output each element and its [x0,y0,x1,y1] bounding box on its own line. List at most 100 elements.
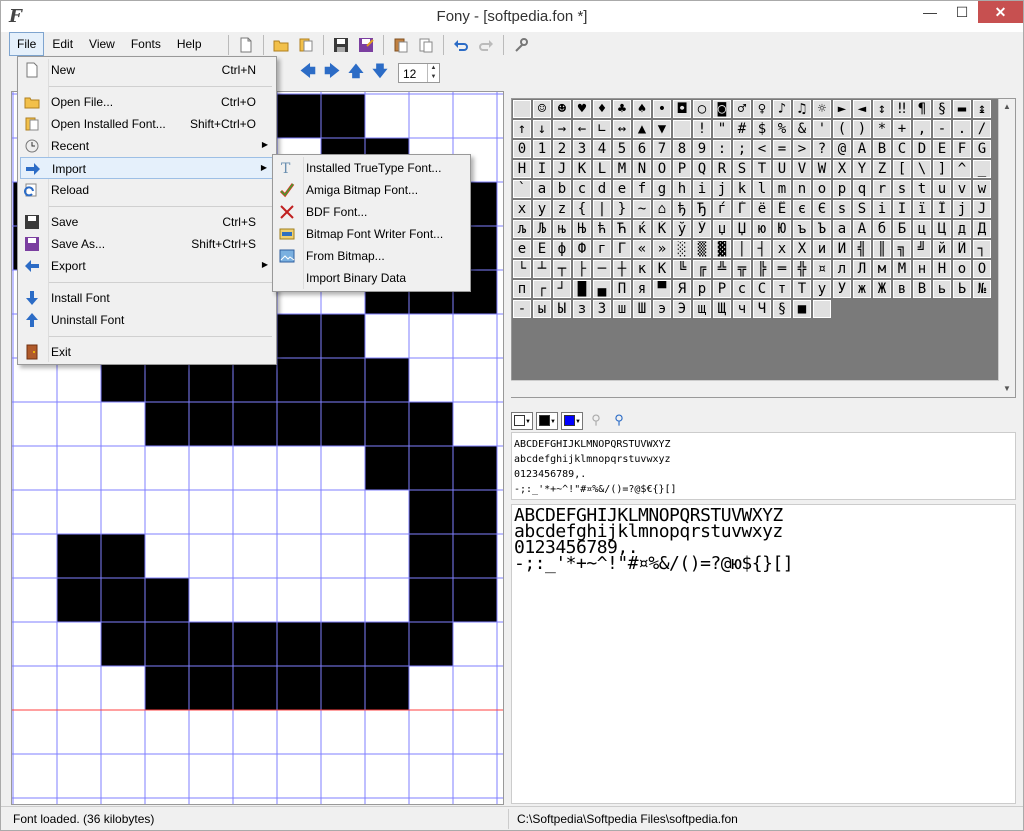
char-cell[interactable]: и [813,240,831,258]
char-cell[interactable]: Д [973,220,991,238]
char-cell[interactable]: 7 [653,140,671,158]
char-cell[interactable]: И [833,240,851,258]
char-cell[interactable]: к [633,260,651,278]
char-cell[interactable]: m [773,180,791,198]
redo-button[interactable] [475,34,497,56]
char-cell[interactable]: \ [913,160,931,178]
char-cell[interactable]: ♀ [753,100,771,118]
char-cell[interactable]: ╚ [673,260,691,278]
menu-help[interactable]: Help [169,32,210,56]
bg-color-picker[interactable]: ▼ [511,412,533,430]
save-as-button[interactable] [355,34,377,56]
char-cell[interactable]: ┐ [973,240,991,258]
char-cell[interactable]: @ [833,140,851,158]
char-cell[interactable]: ъ [793,220,811,238]
char-cell[interactable]: Р [713,280,731,298]
char-cell[interactable]: ё [753,200,771,218]
char-cell[interactable]: о [953,260,971,278]
char-cell[interactable]: Ѕ [853,200,871,218]
char-cell[interactable]: Њ [573,220,591,238]
char-cell[interactable]: ╗ [893,240,911,258]
glyph-pixel[interactable] [365,446,409,490]
char-cell[interactable]: . [953,120,971,138]
char-cell[interactable]: h [673,180,691,198]
char-cell[interactable]: - [933,120,951,138]
char-cell[interactable]: ↑ [513,120,531,138]
glyph-pixel[interactable] [409,490,453,534]
arrow-left-icon[interactable]: 🡄 [297,61,319,86]
char-cell[interactable]: д [953,220,971,238]
menu-item-exit[interactable]: Exit [20,341,274,363]
close-button[interactable]: ✕ [978,1,1023,23]
glyph-pixel[interactable] [189,622,233,666]
char-cell[interactable]: ♂ [733,100,751,118]
char-cell[interactable]: ↓ [533,120,551,138]
char-cell[interactable]: ¶ [913,100,931,118]
char-cell[interactable]: П [613,280,631,298]
char-cell[interactable]: х [773,240,791,258]
char-cell[interactable]: Ё [773,200,791,218]
new-button[interactable] [235,34,257,56]
char-cell[interactable]: [ [893,160,911,178]
char-cell[interactable]: J [553,160,571,178]
char-cell[interactable]: ☻ [553,100,571,118]
paste-button[interactable] [415,34,437,56]
char-cell[interactable]: W [813,160,831,178]
char-cell[interactable]: └ [513,260,531,278]
char-cell[interactable]: Й [953,240,971,258]
scroll-up-icon[interactable]: ▲ [999,99,1015,115]
char-cell[interactable]: О [973,260,991,278]
char-cell[interactable]: ┤ [753,240,771,258]
char-cell[interactable]: z [553,200,571,218]
menu-item-open-installed-font[interactable]: Open Installed Font... Shift+Ctrl+O [20,113,274,135]
glyph-pixel[interactable] [321,358,365,402]
char-cell[interactable]: ♫ [793,100,811,118]
glyph-pixel[interactable] [409,446,453,490]
char-cell[interactable]: E [933,140,951,158]
char-cell[interactable]: Л [853,260,871,278]
glyph-pixel[interactable] [233,622,277,666]
char-cell[interactable]: Ж [873,280,891,298]
char-cell[interactable]: с [733,280,751,298]
char-cell[interactable]: ' [813,120,831,138]
glyph-pixel[interactable] [321,402,365,446]
char-cell[interactable]: S [733,160,751,178]
char-cell[interactable]: г [593,240,611,258]
char-cell[interactable] [673,120,691,138]
glyph-pixel[interactable] [453,490,497,534]
char-cell[interactable]: 6 [633,140,651,158]
char-cell[interactable] [513,100,531,118]
menu-item-save[interactable]: Save Ctrl+S [20,211,274,233]
char-cell[interactable]: ♣ [613,100,631,118]
char-cell[interactable]: a [533,180,551,198]
glyph-pixel[interactable] [321,94,365,138]
char-cell[interactable]: ║ [873,240,891,258]
char-cell[interactable]: л [833,260,851,278]
char-cell[interactable]: p [833,180,851,198]
char-cell[interactable]: Ю [773,220,791,238]
char-cell[interactable]: з [573,300,591,318]
charmap-horizontal-scrollbar[interactable] [511,380,999,397]
char-cell[interactable]: ┘ [553,280,571,298]
maximize-button[interactable]: ☐ [947,1,977,23]
char-cell[interactable]: ш [613,300,631,318]
char-cell[interactable]: ╝ [913,240,931,258]
char-cell[interactable]: r [873,180,891,198]
char-cell[interactable]: э [653,300,671,318]
char-cell[interactable]: Q [693,160,711,178]
glyph-pixel[interactable] [189,402,233,446]
char-cell[interactable]: e [613,180,631,198]
char-cell[interactable]: Я [673,280,691,298]
char-cell[interactable] [813,300,831,318]
char-cell[interactable]: щ [693,300,711,318]
char-cell[interactable]: ▓ [713,240,731,258]
char-cell[interactable]: A [853,140,871,158]
menu-item-import[interactable]: Import ▶ [20,157,274,179]
char-cell[interactable]: B [873,140,891,158]
char-cell[interactable]: ┬ [553,260,571,278]
char-cell[interactable]: * [873,120,891,138]
char-cell[interactable]: ◄ [853,100,871,118]
menu-item-install-font[interactable]: Install Font [20,287,274,309]
char-cell[interactable]: c [573,180,591,198]
import-item-import-binary-data[interactable]: Import Binary Data [275,267,468,289]
